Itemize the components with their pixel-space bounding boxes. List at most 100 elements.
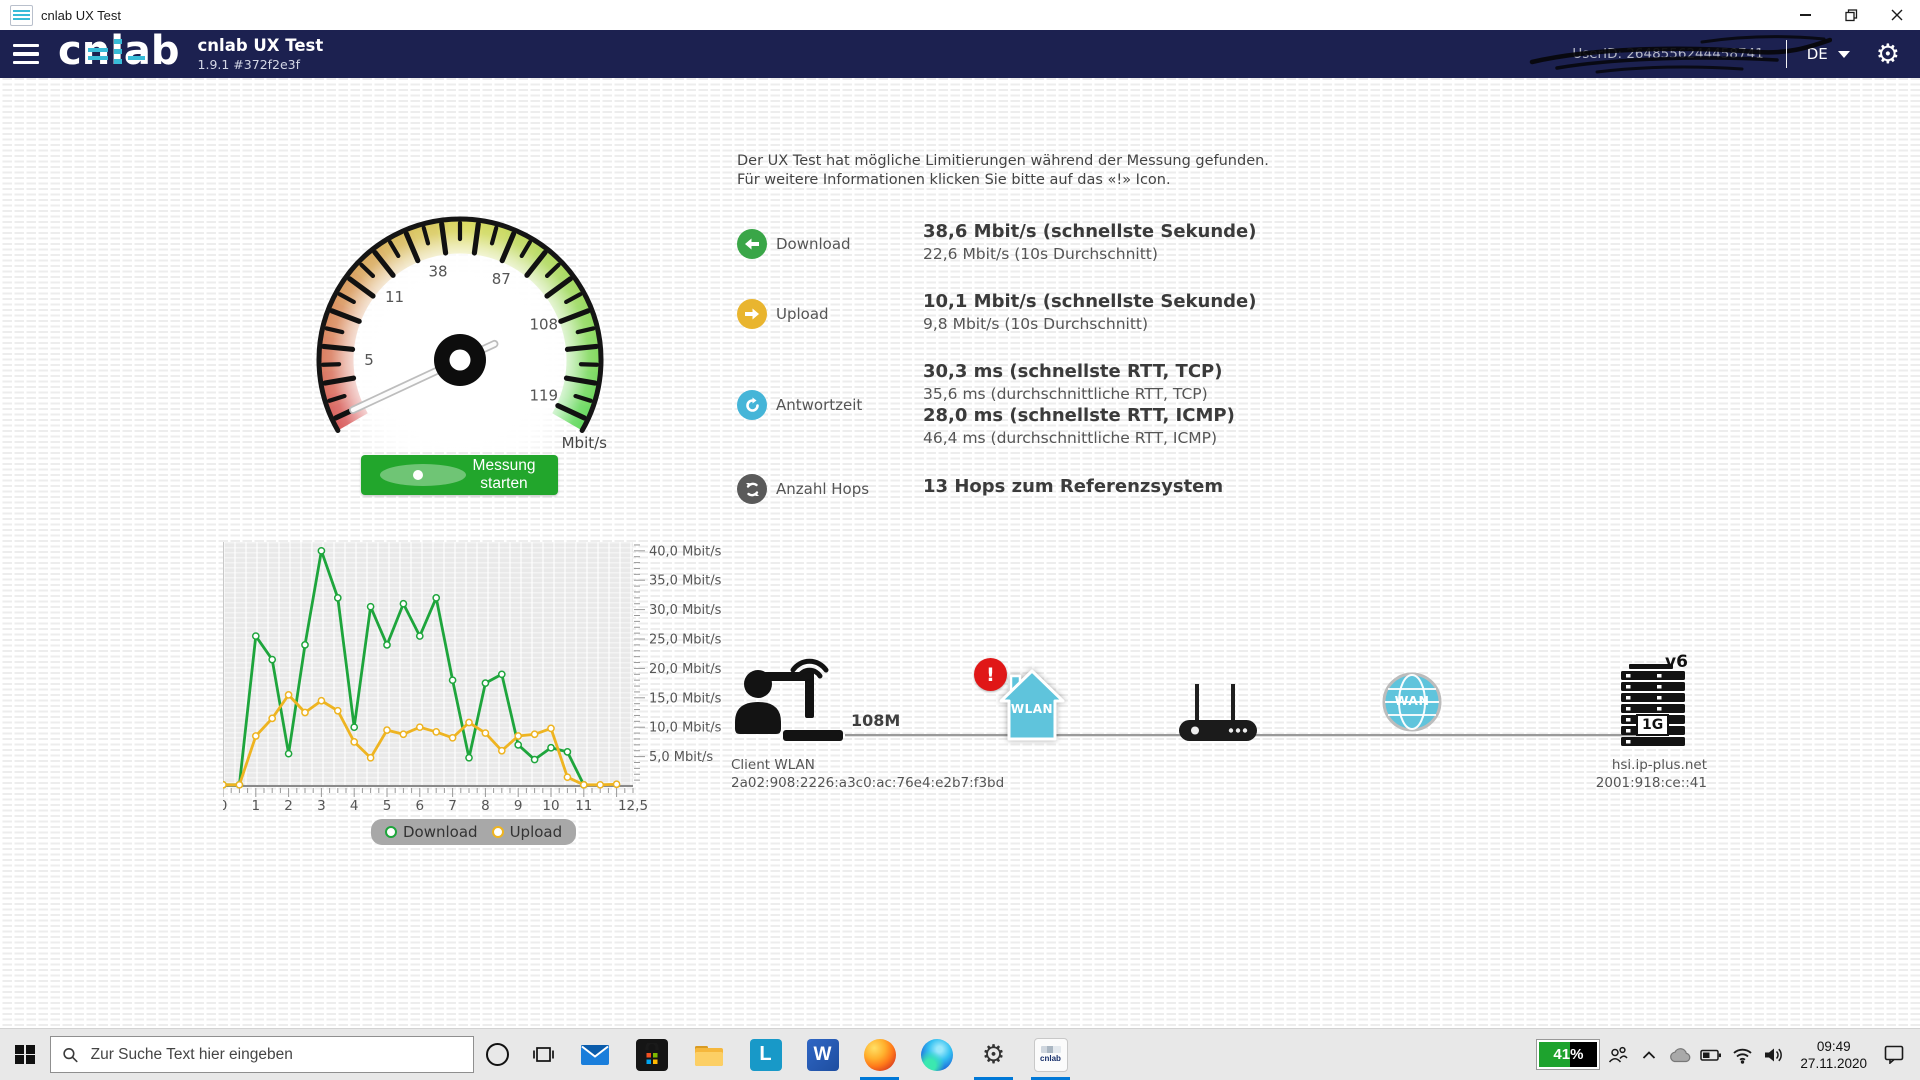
- windows-logo-icon: [15, 1045, 35, 1065]
- cloud-icon: [1668, 1046, 1692, 1063]
- taskbar-app-edge[interactable]: [908, 1029, 965, 1080]
- svg-text:10,0 Mbit/s: 10,0 Mbit/s: [649, 721, 722, 736]
- hops-label: Anzahl Hops: [776, 480, 869, 498]
- rtt-icmp-avg: 46,4 ms (durchschnittliche RTT, ICMP): [923, 427, 1235, 449]
- svg-text:1: 1: [252, 798, 261, 814]
- gauge-unit-label: Mbit/s: [545, 434, 607, 452]
- taskbar-clock[interactable]: 09:49 27.11.2020: [1792, 1038, 1875, 1072]
- firefox-icon: [864, 1039, 896, 1071]
- svg-text:0: 0: [223, 798, 227, 814]
- client-labels: Client WLAN 2a02:908:2226:a3c0:ac:76e4:e…: [731, 756, 1004, 792]
- response-time-icon: [737, 390, 767, 420]
- taskbar-app-settings[interactable]: ⚙: [965, 1029, 1022, 1080]
- upload-fast-value: 10,1 Mbit/s (schnellste Sekunde): [923, 291, 1256, 313]
- show-hidden-icons-button[interactable]: [1637, 1044, 1661, 1066]
- speed-gauge-dial: 5113887108119: [295, 200, 625, 450]
- notice-line-1: Der UX Test hat mögliche Limitierungen w…: [737, 152, 1269, 171]
- upload-marker-icon: [492, 826, 504, 838]
- svg-text:119: 119: [529, 387, 558, 405]
- taskbar-search[interactable]: [50, 1036, 474, 1073]
- svg-text:25,0 Mbit/s: 25,0 Mbit/s: [649, 633, 722, 648]
- download-avg-value: 22,6 Mbit/s (10s Durchschnitt): [923, 243, 1256, 265]
- language-selector[interactable]: DE: [1807, 45, 1850, 63]
- restore-button[interactable]: [1828, 0, 1874, 30]
- taskbar: L W ⚙ cnlab 41%: [0, 1028, 1920, 1080]
- search-icon: [62, 1046, 79, 1064]
- client-address: 2a02:908:2226:a3c0:ac:76e4:e2b7:f3bd: [731, 774, 1004, 792]
- router-icon: [1173, 684, 1263, 746]
- start-measurement-button[interactable]: Messung starten: [361, 455, 558, 495]
- download-label: Download: [776, 235, 851, 253]
- svg-text:38: 38: [428, 263, 447, 281]
- server-labels: hsi.ip-plus.net 2001:918:ce::41: [1489, 756, 1707, 792]
- response-time-label: Antwortzeit: [776, 396, 862, 414]
- clock-date: 27.11.2020: [1800, 1055, 1867, 1072]
- server-ipv6-label: v6: [1665, 652, 1688, 672]
- network-path-diagram: 108M ! WLAN: [729, 658, 1739, 808]
- speed-gauge: 5113887108119: [295, 200, 625, 450]
- throughput-chart: 5,0 Mbit/s10,0 Mbit/s15,0 Mbit/s20,0 Mbi…: [223, 536, 743, 856]
- battery-percent-widget[interactable]: 41%: [1537, 1040, 1599, 1069]
- logo-accent: [128, 56, 145, 60]
- wifi-tray-button[interactable]: [1730, 1044, 1754, 1066]
- taskbar-app-store[interactable]: [623, 1029, 680, 1080]
- svg-text:6: 6: [416, 798, 425, 814]
- wlan-house-label: WLAN: [999, 702, 1065, 716]
- rtt-tcp-fast: 30,3 ms (schnellste RTT, TCP): [923, 361, 1235, 383]
- chevron-up-icon: [1641, 1048, 1657, 1062]
- svg-text:15,0 Mbit/s: 15,0 Mbit/s: [649, 691, 722, 706]
- svg-text:35,0 Mbit/s: 35,0 Mbit/s: [649, 574, 722, 589]
- limitation-notice: Der UX Test hat mögliche Limitierungen w…: [737, 152, 1269, 190]
- speaker-icon: [1763, 1046, 1784, 1064]
- logo-accent: [114, 49, 122, 54]
- taskbar-app-file-explorer[interactable]: [680, 1029, 737, 1080]
- taskbar-app-firefox[interactable]: [851, 1029, 908, 1080]
- header-divider: [1786, 40, 1787, 68]
- system-tray: 41%: [1537, 1038, 1920, 1072]
- legend-item-download: Download: [385, 823, 478, 841]
- volume-tray-button[interactable]: [1761, 1044, 1785, 1066]
- menu-button[interactable]: [0, 30, 52, 78]
- action-center-button[interactable]: [1882, 1044, 1906, 1066]
- main-content: 5113887108119 Mbit/s Messung starten 5,0…: [0, 78, 1920, 1029]
- cortana-button[interactable]: [474, 1029, 520, 1080]
- close-button[interactable]: [1874, 0, 1920, 30]
- svg-text:5,0 Mbit/s: 5,0 Mbit/s: [649, 750, 713, 765]
- server-address: 2001:918:ce::41: [1489, 774, 1707, 792]
- window-title-bar: cnlab UX Test: [0, 0, 1920, 30]
- link-speed-label: 108M: [851, 711, 900, 730]
- rtt-icmp-fast: 28,0 ms (schnellste RTT, ICMP): [923, 405, 1235, 427]
- language-value: DE: [1807, 45, 1828, 63]
- app-icon[interactable]: [10, 5, 33, 26]
- svg-text:108: 108: [529, 315, 558, 333]
- people-tray-button[interactable]: [1606, 1044, 1630, 1066]
- upload-icon: [737, 299, 767, 329]
- svg-text:30,0 Mbit/s: 30,0 Mbit/s: [649, 603, 722, 618]
- minimize-button[interactable]: [1782, 0, 1828, 30]
- svg-text:11: 11: [385, 288, 404, 306]
- logo-accent: [88, 56, 108, 60]
- battery-percent-label: 41%: [1553, 1046, 1583, 1063]
- search-input[interactable]: [89, 1045, 462, 1065]
- taskbar-app-l[interactable]: L: [737, 1029, 794, 1080]
- task-view-button[interactable]: [520, 1029, 566, 1080]
- taskbar-app-mail[interactable]: [566, 1029, 623, 1080]
- battery-tray-button[interactable]: [1699, 1044, 1723, 1066]
- server-link-speed-badge: 1G: [1636, 714, 1669, 736]
- hops-value: 13 Hops zum Referenzsystem: [923, 476, 1223, 498]
- taskbar-app-word[interactable]: W: [794, 1029, 851, 1080]
- file-explorer-icon: [694, 1042, 724, 1068]
- logo-accent: [114, 39, 122, 44]
- task-view-icon: [533, 1045, 554, 1064]
- svg-text:3: 3: [317, 798, 326, 814]
- download-fast-value: 38,6 Mbit/s (schnellste Sekunde): [923, 221, 1256, 243]
- taskbar-app-cnlab[interactable]: cnlab: [1022, 1029, 1079, 1080]
- store-icon: [636, 1039, 668, 1071]
- start-button[interactable]: [0, 1029, 50, 1080]
- cnlab-icon: cnlab: [1034, 1038, 1068, 1072]
- onedrive-tray-button[interactable]: [1668, 1044, 1692, 1066]
- edge-icon: [921, 1039, 953, 1071]
- restore-icon: [1845, 9, 1858, 22]
- rtt-tcp-avg: 35,6 ms (durchschnittliche RTT, TCP): [923, 383, 1235, 405]
- settings-gear-button[interactable]: ⚙: [1876, 41, 1900, 68]
